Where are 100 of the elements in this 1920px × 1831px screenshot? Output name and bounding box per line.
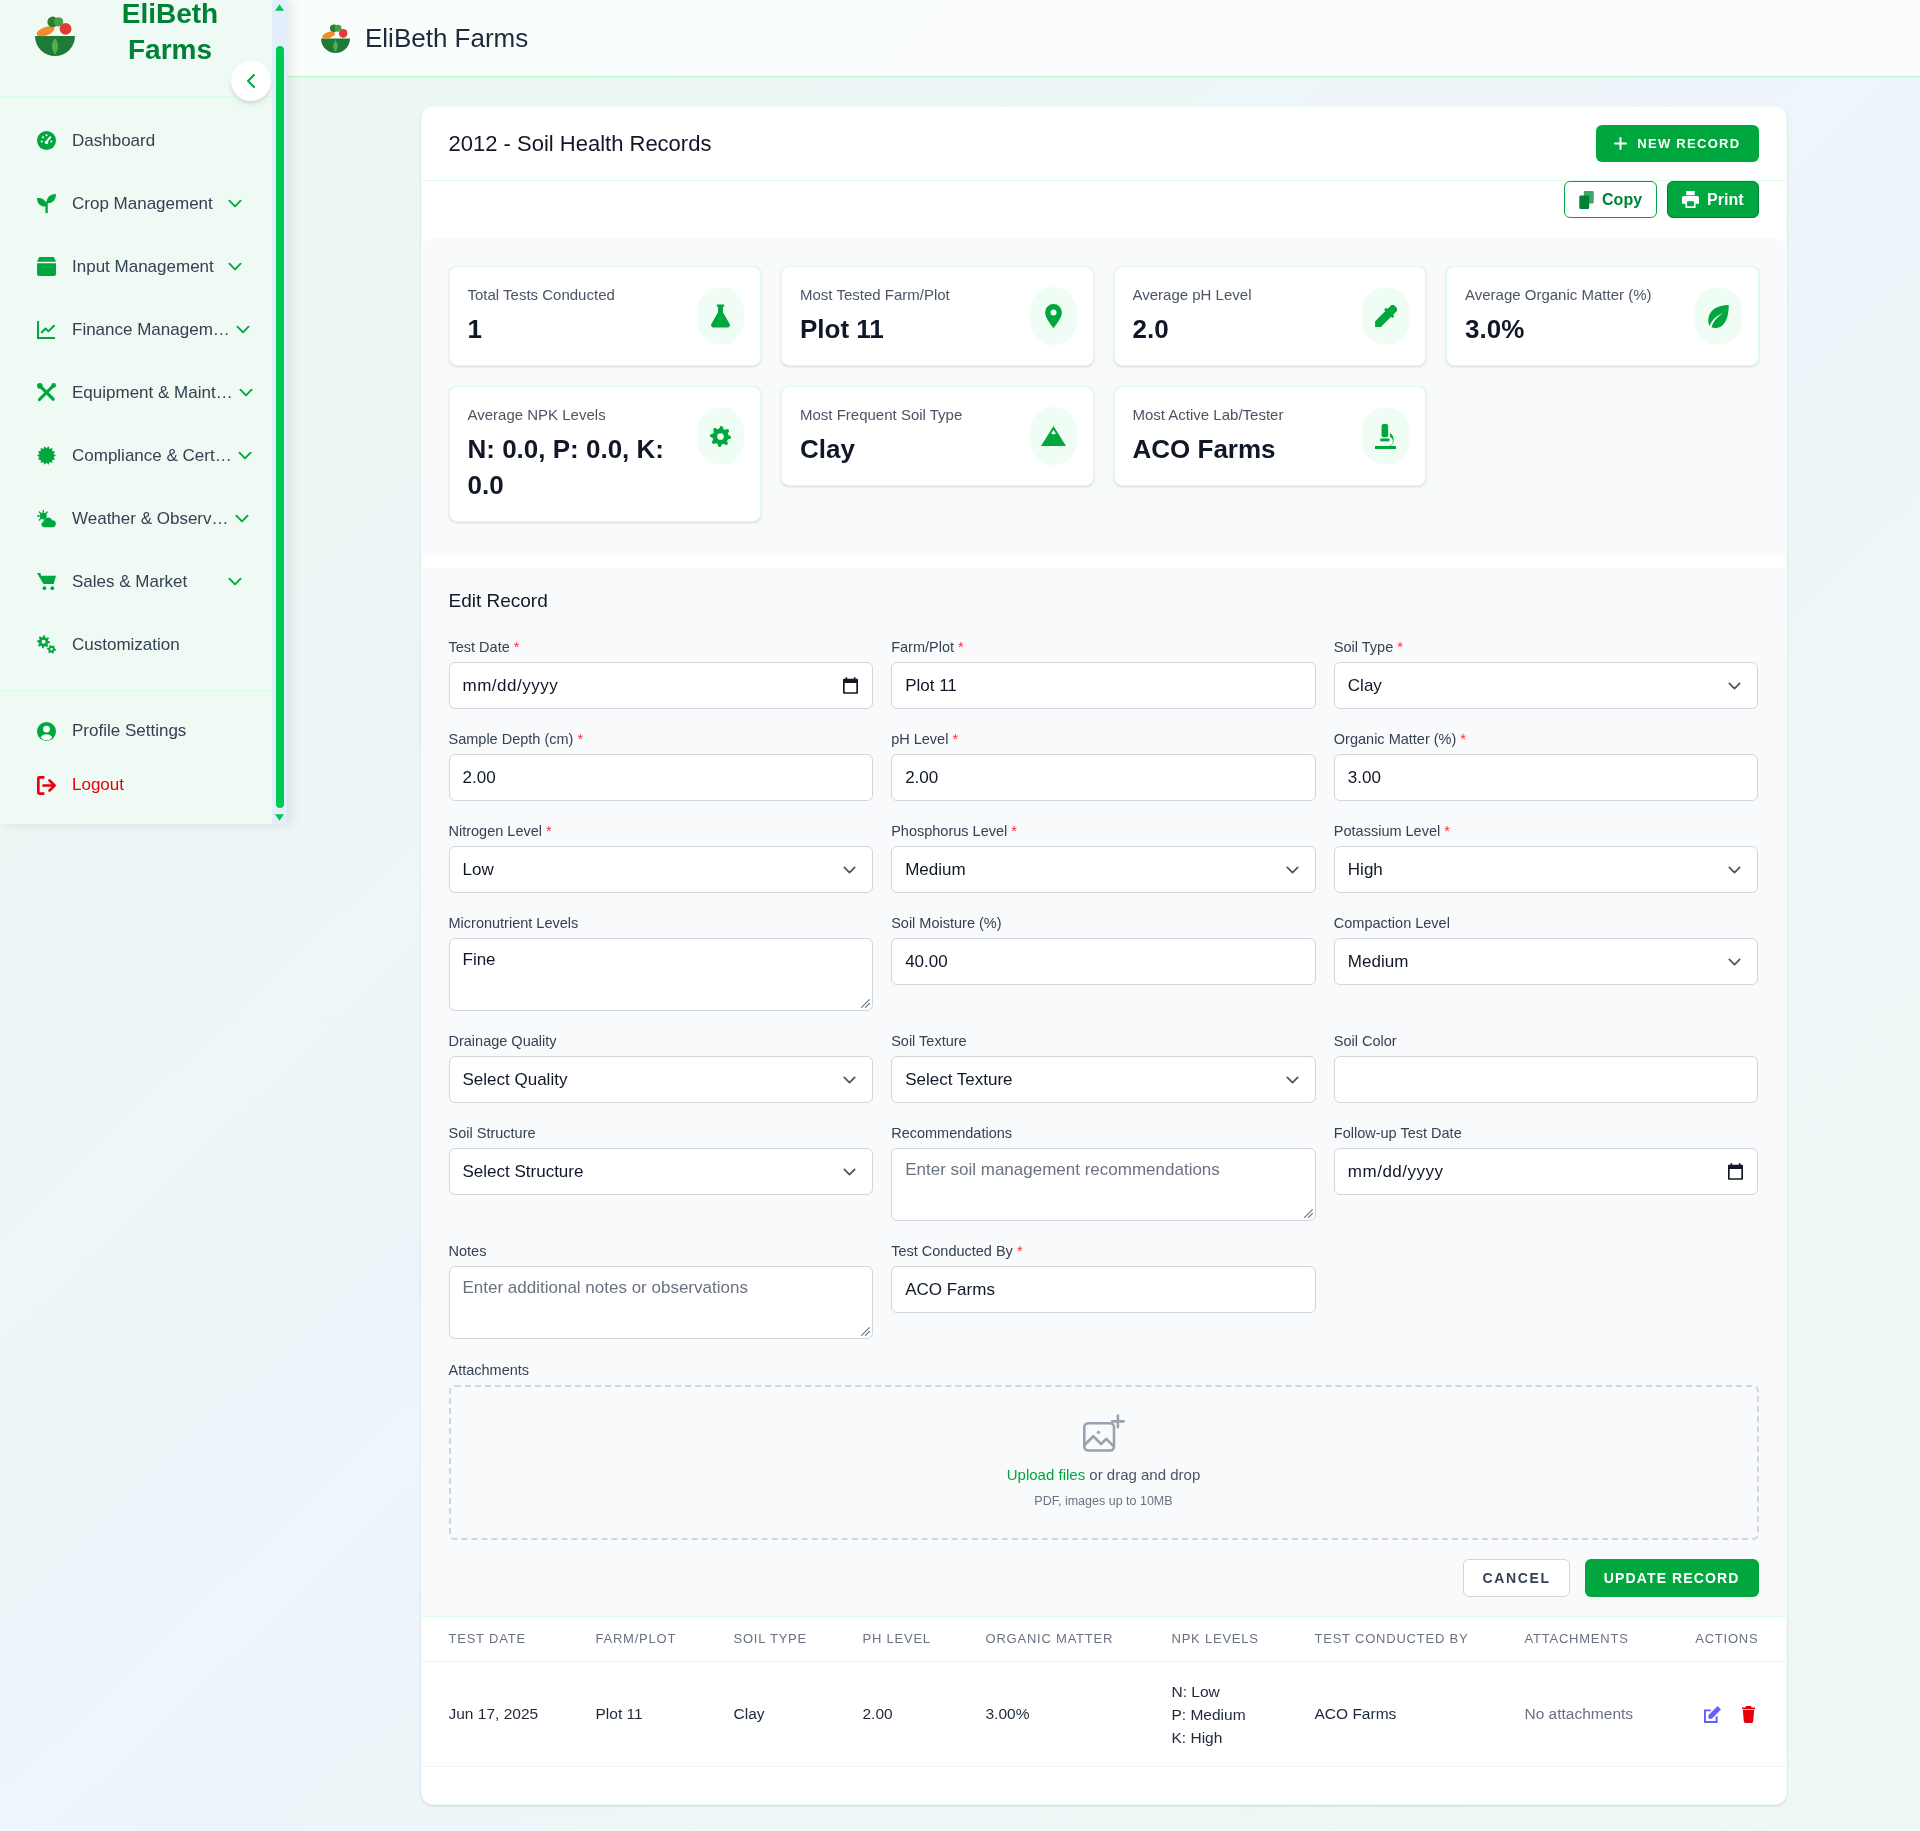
text-field[interactable]: 2.00 (448, 754, 874, 801)
brand-name: EliBeth Farms (120, 0, 220, 67)
sidebar-item[interactable]: Input Management (0, 235, 272, 298)
table-cell-text: No attachments (1524, 1704, 1635, 1725)
dropdown[interactable]: Clay (1333, 662, 1759, 709)
trash-icon[interactable] (1740, 1705, 1756, 1723)
field-label: Soil Structure (448, 1124, 536, 1143)
field-label: Organic Matter (%) * (1333, 730, 1466, 749)
text-field[interactable]: 2.00 (891, 754, 1316, 801)
dropdown[interactable]: High (1333, 846, 1759, 893)
column-header: ACTIONS (1695, 1630, 1759, 1649)
sidebar-item[interactable]: Equipment & Maint… (0, 361, 272, 424)
resize-handle-icon[interactable] (1303, 1209, 1313, 1218)
dropper-icon (1362, 287, 1409, 345)
field-label: Follow-up Test Date (1333, 1124, 1462, 1143)
copy-button[interactable]: Copy (1564, 181, 1658, 218)
line-chart-icon (37, 320, 56, 339)
stat-value: Plot 11 (800, 313, 884, 346)
field-label: pH Level * (891, 730, 959, 749)
upload-hint: PDF, images up to 10MB (1034, 1492, 1173, 1510)
logout-icon (37, 775, 56, 795)
field-label: Soil Moisture (%) (891, 914, 1002, 933)
stat-value: ACO Farms (1132, 433, 1276, 466)
chevron-down-icon (1285, 1075, 1299, 1084)
table-cell-text: 3.00% (985, 1704, 1031, 1725)
table-cell-text: Clay (733, 1704, 766, 1725)
sidebar-item[interactable]: Finance Managem… (0, 298, 272, 361)
stat-value: 2.0 (1132, 313, 1169, 346)
column-header: TEST DATE (448, 1630, 527, 1649)
stat-label: Average pH Level (1132, 285, 1252, 305)
stat-label: Most Active Lab/Tester (1132, 405, 1284, 425)
text-field[interactable]: 3.00 (1333, 754, 1759, 801)
sidebar-item[interactable]: Profile Settings (0, 704, 272, 758)
stat-value: Clay (800, 433, 855, 466)
text-area[interactable]: Fine (448, 938, 874, 1011)
sidebar-item[interactable]: Compliance & Cert… (0, 424, 272, 487)
plus-icon (1614, 137, 1628, 150)
user-circle-icon (37, 721, 56, 741)
text-field[interactable]: 40.00 (891, 938, 1316, 985)
date-field[interactable]: mm/dd/yyyy (448, 662, 874, 709)
column-header: ATTACHMENTS (1524, 1630, 1630, 1649)
field-label: Farm/Plot * (891, 638, 964, 657)
dropdown[interactable]: Select Texture (891, 1056, 1316, 1103)
sidebar-item[interactable]: Sales & Market (0, 550, 272, 613)
copy-icon (1579, 190, 1595, 209)
field-label: Recommendations (891, 1124, 1013, 1143)
calendar-icon[interactable] (1728, 1163, 1744, 1180)
text-field[interactable] (1333, 1056, 1759, 1103)
tools-icon (37, 383, 56, 402)
sidebar-item[interactable]: Customization (0, 613, 272, 676)
sidebar-item[interactable]: Weather & Observ… (0, 487, 272, 550)
image-add-icon (1082, 1414, 1125, 1453)
sidebar-item[interactable]: Dashboard (0, 109, 272, 172)
sidebar-item[interactable]: Logout (0, 758, 272, 812)
chevron-down-icon (1728, 681, 1742, 690)
stat-value: 3.0% (1465, 313, 1525, 346)
chevron-down-icon (843, 1167, 857, 1176)
calendar-icon[interactable] (843, 677, 859, 694)
scrollbar-track[interactable] (272, 0, 287, 824)
mountain-icon (1029, 407, 1077, 465)
sidebar-item[interactable]: Crop Management (0, 172, 272, 235)
field-label: Notes (448, 1242, 487, 1261)
dropdown[interactable]: Select Quality (448, 1056, 874, 1103)
cancel-button[interactable]: CANCEL (1463, 1559, 1570, 1597)
field-label: Attachments (448, 1361, 530, 1380)
leaf-icon (1694, 287, 1742, 345)
field-label: Test Date * (448, 638, 520, 657)
stat-label: Most Frequent Soil Type (800, 405, 963, 425)
date-field[interactable]: mm/dd/yyyy (1333, 1148, 1759, 1195)
stat-label: Total Tests Conducted (467, 285, 615, 305)
column-header: TEST CONDUCTED BY (1314, 1630, 1470, 1649)
table-cell-text: ACO Farms (1314, 1704, 1398, 1725)
resize-handle-icon[interactable] (861, 1327, 871, 1336)
gauge-icon (37, 131, 56, 150)
text-area[interactable]: Enter additional notes or observations (448, 1266, 874, 1339)
file-drop-zone[interactable]: Upload files or drag and drop PDF, images up to 10MB (448, 1385, 1759, 1540)
seedling-icon (37, 194, 56, 213)
scrollbar-thumb[interactable] (276, 46, 284, 808)
edit-icon[interactable] (1703, 1705, 1721, 1723)
text-field[interactable]: Plot 11 (891, 662, 1316, 709)
dropdown[interactable]: Medium (891, 846, 1316, 893)
stat-label: Most Tested Farm/Plot (800, 285, 950, 305)
box-icon (37, 257, 56, 276)
dropdown[interactable]: Low (448, 846, 874, 893)
page-title: 2012 - Soil Health Records (448, 130, 712, 158)
column-header: ORGANIC MATTER (985, 1630, 1115, 1649)
text-field[interactable]: ACO Farms (891, 1266, 1316, 1313)
chevron-down-icon (1728, 957, 1742, 966)
dropdown[interactable]: Medium (1333, 938, 1759, 985)
text-area[interactable]: Enter soil management recommendations (891, 1148, 1316, 1221)
stat-value: N: 0.0, P: 0.0, K: 0.0 (467, 433, 665, 502)
dropdown[interactable]: Select Structure (448, 1148, 874, 1195)
stat-label: Average Organic Matter (%) (1465, 285, 1652, 305)
table-cell-text: 2.00 (862, 1704, 894, 1725)
resize-handle-icon[interactable] (861, 999, 871, 1008)
chevron-down-icon (843, 1075, 857, 1084)
field-label: Sample Depth (cm) * (448, 730, 584, 749)
vegetable-bowl-icon (35, 16, 75, 56)
field-label: Phosphorus Level * (891, 822, 1017, 841)
field-label: Micronutrient Levels (448, 914, 579, 933)
